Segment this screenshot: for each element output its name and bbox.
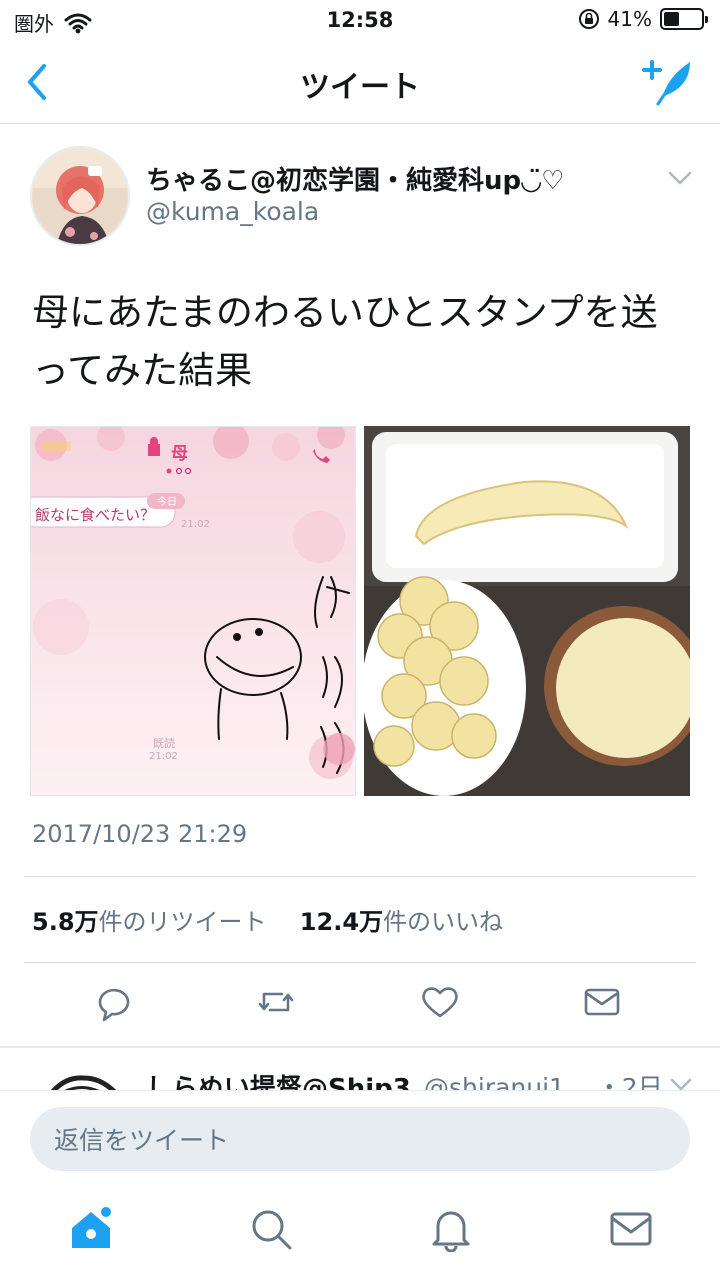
- chevron-down-icon[interactable]: [666, 164, 694, 192]
- like-stat[interactable]: 12.4万件のいいね: [300, 908, 503, 936]
- battery-icon: [660, 8, 708, 30]
- messages-icon[interactable]: [608, 1206, 654, 1252]
- chevron-down-icon[interactable]: [668, 1072, 694, 1090]
- reply-avatar: [50, 1075, 117, 1090]
- battery-percent: 41%: [607, 7, 652, 31]
- reply-icon[interactable]: [92, 980, 136, 1024]
- compose-tweet-icon[interactable]: [640, 56, 696, 106]
- chat-read-label: 既読: [153, 737, 175, 750]
- reply-author-name[interactable]: しらぬい提督@Ship3: [146, 1068, 411, 1090]
- status-bar: 圏外 12:58 41%: [0, 0, 720, 40]
- tweet-image-bananas[interactable]: [364, 426, 690, 796]
- chat-title: 母: [171, 444, 188, 464]
- page-title: ツイート: [300, 70, 420, 105]
- chat-message-bubble: 飯なに食べたい？: [35, 506, 156, 524]
- tweet-stats: 5.8万件のリツイート 12.4万件のいいね: [32, 902, 503, 937]
- tweet-actions: [0, 980, 720, 1030]
- divider: [24, 962, 696, 963]
- like-icon[interactable]: [418, 980, 462, 1024]
- tweet-text: 母にあたまのわるいひとスタンプを送ってみた結果: [32, 291, 658, 392]
- reply-author-handle[interactable]: @shiranui1... ・2日: [424, 1068, 663, 1090]
- tweet-image-chat[interactable]: 母 飯なに食べたい？ 今日 21:02 既読 21:02: [30, 426, 356, 796]
- nav-bar: ツイート: [0, 40, 720, 124]
- chat-time: 21:02: [181, 519, 210, 530]
- author-handle[interactable]: @kuma_koala: [146, 197, 319, 226]
- author-avatar[interactable]: [30, 146, 130, 246]
- section-separator: [0, 1046, 720, 1048]
- search-icon[interactable]: [248, 1206, 294, 1252]
- reply-composer: 返信をツイート: [0, 1090, 720, 1186]
- battery-fill: [664, 12, 679, 26]
- notifications-icon[interactable]: [428, 1206, 474, 1252]
- divider: [24, 876, 696, 877]
- reply-input[interactable]: 返信をツイート: [30, 1107, 690, 1171]
- dm-icon[interactable]: [580, 980, 624, 1024]
- tab-bar: [0, 1186, 720, 1280]
- tweet-timestamp: 2017/10/23 21:29: [32, 820, 248, 848]
- author-name[interactable]: ちゃるこ@初恋学園・純愛科up◡̈♡: [146, 160, 564, 197]
- chat-read-time: 21:02: [149, 751, 178, 762]
- retweet-icon[interactable]: [254, 980, 298, 1024]
- home-icon[interactable]: [68, 1206, 114, 1252]
- chat-date-badge: 今日: [157, 497, 177, 508]
- rotation-lock-icon: [578, 9, 599, 29]
- retweet-stat[interactable]: 5.8万件のリツイート: [32, 908, 267, 936]
- reply-preview[interactable]: しらぬい提督@Ship3 @shiranui1... ・2日: [0, 1058, 720, 1090]
